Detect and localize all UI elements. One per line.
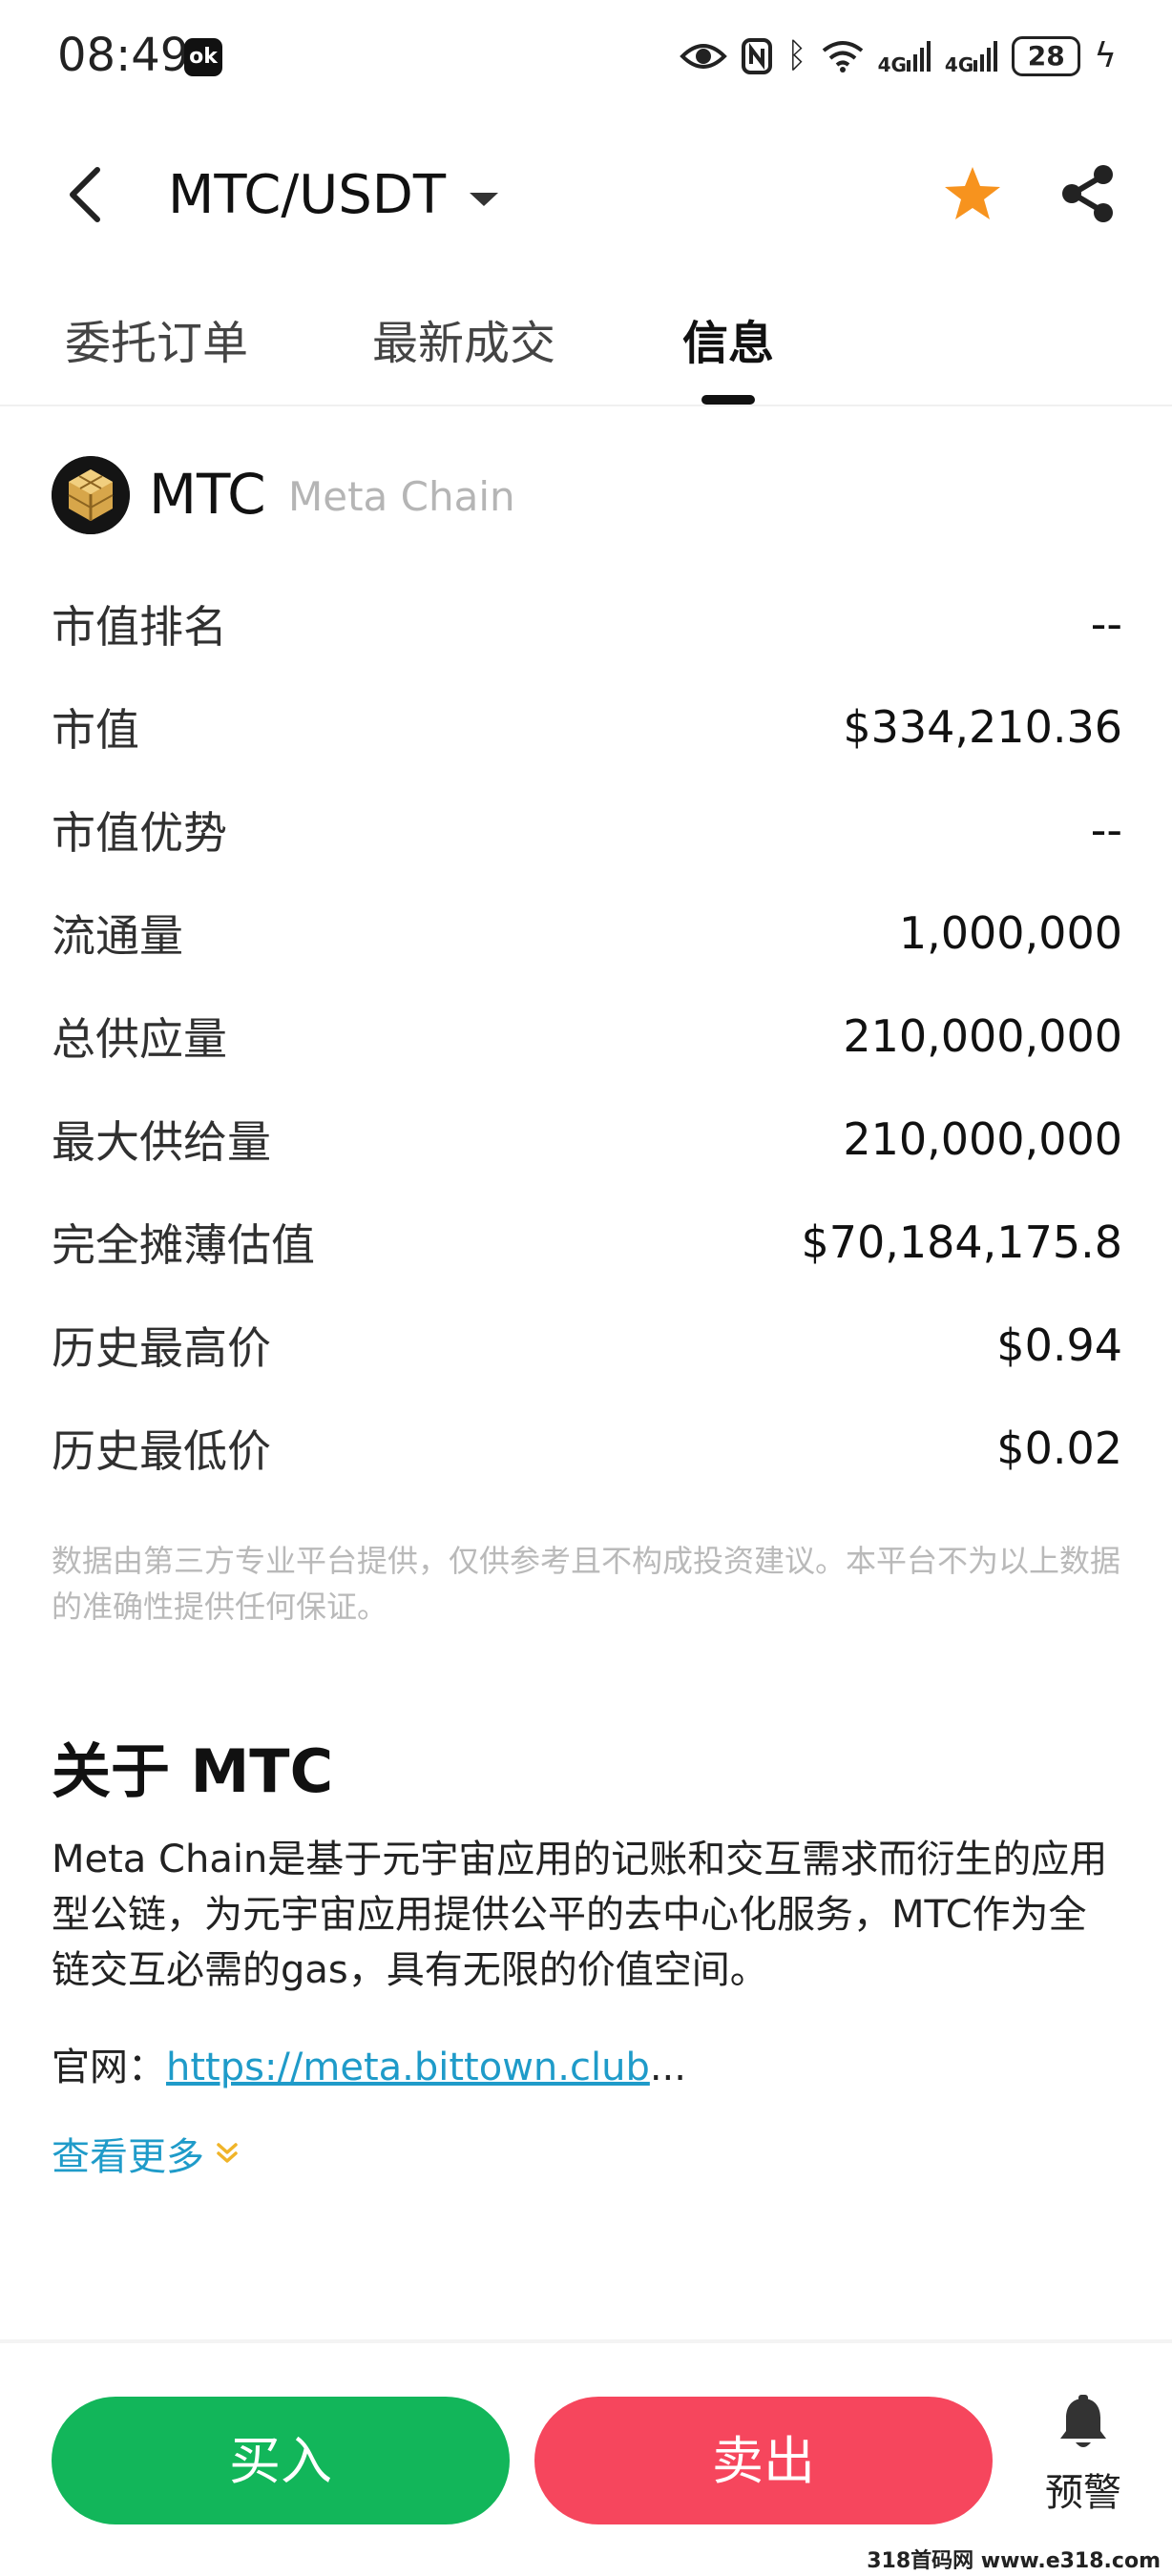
tab-latest-trades[interactable]: 最新成交 (372, 305, 555, 372)
divider (0, 2339, 1172, 2343)
info-row-fully-diluted-valuation: 完全摊薄估值 $70,184,175.8 (52, 1204, 1122, 1280)
tab-orders[interactable]: 委托订单 (65, 305, 248, 372)
info-row-all-time-high: 历史最高价 $0.94 (52, 1307, 1122, 1383)
status-icons: ᛒ 4G 4G 28 ϟ (680, 31, 1117, 82)
info-label: 历史最高价 (52, 1322, 271, 1374)
share-icon[interactable] (1059, 164, 1117, 223)
info-value: 210,000,000 (843, 1010, 1122, 1062)
info-label: 市值 (52, 704, 139, 756)
website-label: 官网： (52, 2046, 166, 2089)
signal-icon (973, 40, 998, 72)
info-value: $334,210.36 (843, 701, 1122, 753)
double-chevron-down-icon (217, 2143, 238, 2163)
info-label: 历史最低价 (52, 1425, 271, 1477)
info-value: 210,000,000 (843, 1113, 1122, 1165)
coin-symbol: MTC (149, 462, 266, 527)
info-value: $0.94 (996, 1319, 1122, 1371)
see-more-label: 查看更多 (52, 2135, 204, 2179)
buy-button[interactable]: 买入 (52, 2397, 510, 2524)
info-value: -- (1090, 598, 1122, 650)
info-label: 市值优势 (52, 807, 227, 859)
app-notification-icon: ok (184, 38, 222, 76)
info-row-market-dominance: 市值优势 -- (52, 792, 1122, 868)
see-more-link[interactable]: 查看更多 (52, 2126, 241, 2181)
about-title: 关于 MTC (52, 1736, 334, 1806)
sell-button[interactable]: 卖出 (534, 2397, 993, 2524)
info-label: 总供应量 (52, 1013, 227, 1065)
bluetooth-icon: ᛒ (785, 36, 807, 75)
coin-name: Meta Chain (288, 473, 515, 520)
info-row-market-rank: 市值排名 -- (52, 586, 1122, 662)
nfc-icon (741, 38, 772, 74)
info-label: 市值排名 (52, 601, 227, 653)
info-row-total-supply: 总供应量 210,000,000 (52, 998, 1122, 1074)
info-label: 流通量 (52, 910, 183, 962)
info-value: 1,000,000 (898, 907, 1122, 959)
info-value: $70,184,175.8 (801, 1216, 1122, 1268)
website-ellipsis: ... (649, 2046, 686, 2089)
back-icon[interactable] (65, 166, 103, 223)
divider (0, 405, 1172, 406)
info-value: $0.02 (996, 1423, 1122, 1474)
trading-pair-title[interactable]: MTC/USDT (168, 164, 446, 226)
data-disclaimer: 数据由第三方专业平台提供，仅供参考且不构成投资建议。本平台不为以上数据的准确性提… (52, 1543, 1121, 1625)
bell-icon (1060, 2395, 1106, 2447)
caret-down-icon[interactable] (470, 193, 498, 206)
star-icon[interactable] (943, 164, 1002, 223)
wifi-icon (822, 41, 863, 73)
about-description: Meta Chain是基于元宇宙应用的记账和交互需求而衍生的应用型公链，为元宇宙… (52, 1838, 1108, 1992)
alert-label: 预警 (1045, 2471, 1121, 2515)
info-value: -- (1090, 804, 1122, 856)
network-type-label: 4G (877, 52, 907, 76)
info-row-max-supply: 最大供给量 210,000,000 (52, 1101, 1122, 1177)
network-type-label: 4G (944, 52, 974, 76)
active-tab-indicator (701, 395, 755, 405)
watermark: 318首码网 www.e318.com (867, 2549, 1161, 2573)
price-alert-button[interactable]: 预警 (1031, 2395, 1136, 2517)
website-link[interactable]: https://meta.bittown.club (166, 2046, 650, 2089)
signal-4g-1: 4G (878, 39, 931, 74)
eye-icon (680, 44, 727, 69)
info-row-market-cap: 市值 $334,210.36 (52, 689, 1122, 765)
info-label: 最大供给量 (52, 1116, 271, 1168)
info-row-all-time-low: 历史最低价 $0.02 (52, 1410, 1122, 1486)
info-row-circulating-supply: 流通量 1,000,000 (52, 895, 1122, 971)
status-time: 08:49 (57, 29, 190, 82)
info-label: 完全摊薄估值 (52, 1219, 315, 1271)
charging-icon: ϟ (1094, 36, 1117, 75)
tab-info[interactable]: 信息 (682, 305, 774, 372)
battery-indicator: 28 (1012, 36, 1081, 76)
signal-4g-2: 4G (945, 39, 998, 74)
website-row: 官网：https://meta.bittown.club... (52, 2036, 686, 2091)
signal-icon (906, 40, 931, 72)
coin-logo-icon (52, 456, 130, 534)
